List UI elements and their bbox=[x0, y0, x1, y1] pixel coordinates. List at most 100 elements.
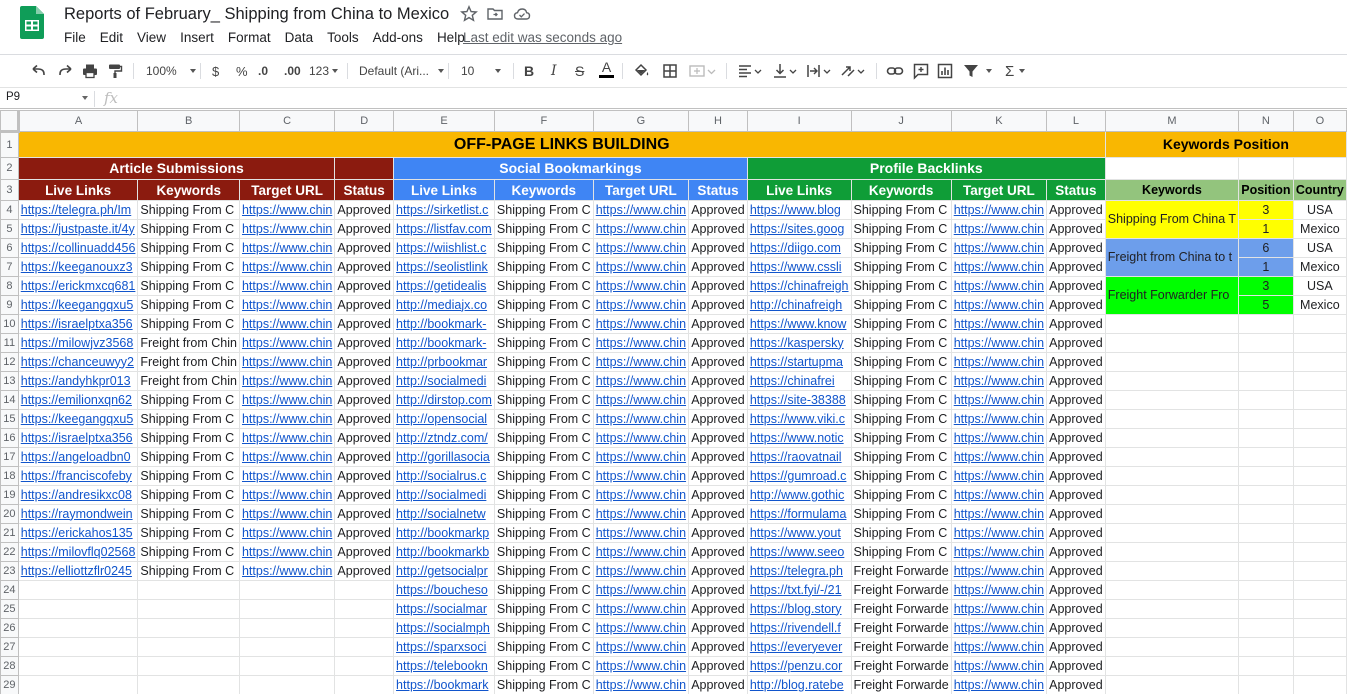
cell-f[interactable]: Shipping From C bbox=[493, 314, 594, 334]
cell-d[interactable]: Approved bbox=[334, 561, 395, 581]
cell[interactable] bbox=[1238, 599, 1294, 619]
cell-c[interactable]: https://www.chin bbox=[238, 390, 336, 410]
cell-f[interactable]: Shipping From C bbox=[493, 504, 594, 524]
column-header[interactable]: C bbox=[238, 110, 336, 132]
cell-c[interactable] bbox=[238, 599, 336, 619]
cell[interactable] bbox=[1104, 371, 1240, 391]
cell-c[interactable]: https://www.chin bbox=[238, 504, 336, 524]
cell-j[interactable]: Shipping From C bbox=[850, 447, 952, 467]
cell-e[interactable]: http://bookmark- bbox=[393, 333, 495, 353]
cell-b[interactable]: Shipping From C bbox=[137, 390, 240, 410]
row-header[interactable]: 27 bbox=[0, 637, 19, 657]
cell-h[interactable]: Approved bbox=[688, 447, 748, 467]
cell-h[interactable]: Approved bbox=[688, 656, 748, 676]
cell-j[interactable]: Shipping From C bbox=[850, 390, 952, 410]
cell-g[interactable]: https://www.chin bbox=[592, 428, 690, 448]
cell[interactable] bbox=[1238, 656, 1294, 676]
cell-h[interactable]: Approved bbox=[688, 466, 748, 486]
cell-k[interactable]: https://www.chin bbox=[950, 466, 1048, 486]
cell-l[interactable]: Approved bbox=[1046, 580, 1106, 600]
cell-j[interactable]: Shipping From C bbox=[850, 371, 952, 391]
cell-b[interactable]: Shipping From C bbox=[137, 504, 240, 524]
cell-f[interactable]: Shipping From C bbox=[493, 580, 594, 600]
cell-h[interactable]: Approved bbox=[688, 276, 748, 296]
cell-k[interactable]: https://www.chin bbox=[950, 637, 1048, 657]
cell-l[interactable]: Approved bbox=[1046, 485, 1106, 505]
cell-d[interactable]: Approved bbox=[334, 314, 395, 334]
decrease-decimal-button[interactable]: .0 bbox=[258, 62, 268, 80]
cell-a[interactable]: https://erickmxcq681 bbox=[17, 276, 139, 296]
cell-e[interactable]: https://boucheso bbox=[393, 580, 495, 600]
keywords-position-title[interactable]: Keywords Position bbox=[1104, 131, 1347, 158]
cell[interactable] bbox=[1292, 580, 1347, 600]
column-header[interactable]: G bbox=[592, 110, 690, 132]
subheader-target-url[interactable]: Target URL bbox=[950, 179, 1048, 201]
cell-i[interactable]: https://site-38388 bbox=[746, 390, 852, 410]
cell-b[interactable] bbox=[137, 580, 240, 600]
cell-f[interactable]: Shipping From C bbox=[493, 466, 594, 486]
cell[interactable] bbox=[1104, 580, 1240, 600]
cell-k[interactable]: https://www.chin bbox=[950, 561, 1048, 581]
cell-e[interactable]: https://sirketlist.c bbox=[393, 200, 495, 220]
cell-i[interactable]: https://gumroad.c bbox=[746, 466, 852, 486]
cell-f[interactable]: Shipping From C bbox=[493, 542, 594, 562]
cell-h[interactable]: Approved bbox=[688, 428, 748, 448]
cell-h[interactable]: Approved bbox=[688, 542, 748, 562]
cell-h[interactable]: Approved bbox=[688, 618, 748, 638]
cell-e[interactable]: https://listfav.com bbox=[393, 219, 495, 239]
cell-j[interactable]: Freight Forwarde bbox=[850, 561, 952, 581]
cell-g[interactable]: https://www.chin bbox=[592, 675, 690, 694]
cell-i[interactable]: https://txt.fyi/-/21 bbox=[746, 580, 852, 600]
cell[interactable] bbox=[1238, 637, 1294, 657]
cell-j[interactable]: Shipping From C bbox=[850, 485, 952, 505]
cell-g[interactable]: https://www.chin bbox=[592, 371, 690, 391]
cell[interactable] bbox=[1238, 409, 1294, 429]
cell-b[interactable]: Shipping From C bbox=[137, 561, 240, 581]
cell-i[interactable]: https://raovatnail bbox=[746, 447, 852, 467]
cell-c[interactable]: https://www.chin bbox=[238, 295, 336, 315]
cell-a[interactable]: https://andresikxc08 bbox=[17, 485, 139, 505]
cell-b[interactable]: Shipping From C bbox=[137, 523, 240, 543]
cell-b[interactable] bbox=[137, 656, 240, 676]
cell-e[interactable]: http://socialnetw bbox=[393, 504, 495, 524]
cell-j[interactable]: Shipping From C bbox=[850, 238, 952, 258]
cell[interactable] bbox=[1104, 157, 1240, 180]
insert-link-icon[interactable] bbox=[886, 62, 904, 80]
column-header[interactable]: H bbox=[688, 110, 748, 132]
kp-keyword-cell[interactable]: Shipping From China T bbox=[1104, 200, 1240, 239]
cell-d[interactable] bbox=[334, 637, 395, 657]
cell-i[interactable]: https://rivendell.f bbox=[746, 618, 852, 638]
cell[interactable] bbox=[1104, 485, 1240, 505]
cell-j[interactable]: Freight Forwarde bbox=[850, 637, 952, 657]
cell[interactable] bbox=[1292, 409, 1347, 429]
menu-format[interactable]: Format bbox=[228, 30, 271, 48]
row-header[interactable]: 21 bbox=[0, 523, 19, 543]
cell-e[interactable]: https://telebookn bbox=[393, 656, 495, 676]
merge-cells-icon[interactable] bbox=[688, 62, 718, 80]
banner-cell[interactable]: OFF-PAGE LINKS BUILDING bbox=[17, 131, 1106, 158]
cell-l[interactable]: Approved bbox=[1046, 200, 1106, 220]
cell-k[interactable]: https://www.chin bbox=[950, 523, 1048, 543]
cell-f[interactable]: Shipping From C bbox=[493, 333, 594, 353]
cell-b[interactable]: Shipping From C bbox=[137, 295, 240, 315]
cell-d[interactable]: Approved bbox=[334, 504, 395, 524]
row-header[interactable]: 23 bbox=[0, 561, 19, 581]
cell-g[interactable]: https://www.chin bbox=[592, 561, 690, 581]
cell-l[interactable]: Approved bbox=[1046, 447, 1106, 467]
cell-i[interactable]: https://www.notic bbox=[746, 428, 852, 448]
cell-g[interactable]: https://www.chin bbox=[592, 333, 690, 353]
cell[interactable] bbox=[1104, 390, 1240, 410]
cell-i[interactable]: https://formulama bbox=[746, 504, 852, 524]
cell[interactable] bbox=[1292, 371, 1347, 391]
cell[interactable] bbox=[1292, 637, 1347, 657]
cell-d[interactable]: Approved bbox=[334, 371, 395, 391]
cell[interactable] bbox=[1238, 352, 1294, 372]
subheader-status[interactable]: Status bbox=[688, 179, 748, 201]
cell-k[interactable]: https://www.chin bbox=[950, 371, 1048, 391]
cell-i[interactable]: https://www.blog bbox=[746, 200, 852, 220]
menu-view[interactable]: View bbox=[137, 30, 166, 48]
cell-a[interactable]: https://collinuadd456 bbox=[17, 238, 139, 258]
cell-i[interactable]: https://kaspersky bbox=[746, 333, 852, 353]
column-header[interactable]: B bbox=[137, 110, 240, 132]
cell[interactable] bbox=[1238, 523, 1294, 543]
